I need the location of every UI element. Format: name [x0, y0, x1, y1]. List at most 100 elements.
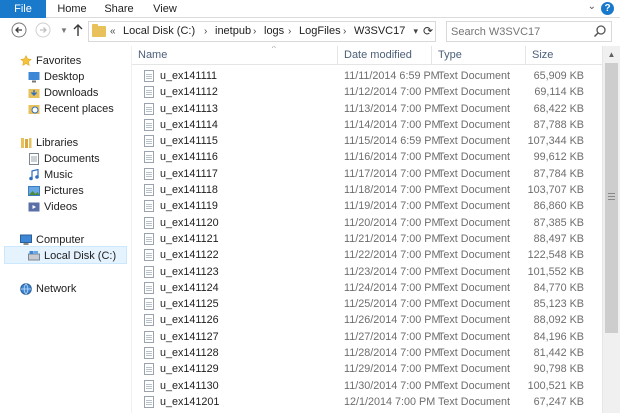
folder-icon [92, 24, 106, 37]
file-row[interactable]: u_ex141124 11/24/2014 7:00 PM Text Documen… [132, 280, 602, 296]
column-header-name[interactable]: Name [132, 46, 338, 65]
file-type: Text Document [438, 395, 511, 408]
file-type: Text Document [438, 347, 511, 360]
text-document-icon [144, 216, 154, 229]
file-row[interactable]: u_ex141118 11/18/2014 7:00 PM Text Documen… [132, 182, 602, 198]
file-row[interactable]: u_ex141116 11/16/2014 7:00 PM Text Documen… [132, 149, 602, 165]
file-type: Text Document [438, 298, 511, 311]
address-overflow[interactable]: « [110, 22, 116, 41]
chevron-right-icon[interactable]: › [204, 22, 207, 41]
file-row[interactable]: u_ex141115 11/15/2014 6:59 PM Text Documen… [132, 133, 602, 149]
file-date-modified: 11/18/2014 7:00 PM [344, 184, 441, 197]
file-name: u_ex141113 [160, 102, 218, 115]
file-row[interactable]: u_ex141130 11/30/2014 7:00 PM Text Documen… [132, 378, 602, 394]
file-row[interactable]: u_ex141120 11/20/2014 7:00 PM Text Documen… [132, 215, 602, 231]
nav-label: Favorites [36, 55, 82, 67]
file-row[interactable]: u_ex141111 11/11/2014 6:59 PM Text Documen… [132, 68, 602, 84]
tab-share[interactable]: Share [99, 0, 139, 18]
refresh-icon[interactable]: ⟳ [423, 22, 433, 41]
text-document-icon [144, 314, 154, 327]
file-row[interactable]: u_ex141122 11/22/2014 7:00 PM Text Documen… [132, 247, 602, 263]
column-header-size[interactable]: Size [526, 46, 602, 65]
help-button[interactable]: ? [601, 2, 614, 15]
file-row[interactable]: u_ex141128 11/28/2014 7:00 PM Text Documen… [132, 345, 602, 361]
file-row[interactable]: u_ex141119 11/19/2014 7:00 PM Text Documen… [132, 198, 602, 214]
up-button[interactable] [69, 22, 87, 40]
file-name: u_ex141130 [160, 379, 219, 392]
chevron-right-icon[interactable]: › [253, 22, 256, 41]
file-row[interactable]: u_ex141127 11/27/2014 7:00 PM Text Documen… [132, 329, 602, 345]
documents-icon [29, 153, 39, 165]
vertical-scrollbar[interactable]: ▲ [602, 46, 620, 413]
arrow-up-icon [73, 24, 83, 36]
file-type: Text Document [438, 86, 511, 99]
scroll-thumb[interactable] [605, 63, 618, 333]
file-date-modified: 11/25/2014 7:00 PM [344, 298, 441, 311]
nav-label: Network [36, 283, 77, 295]
file-name: u_ex141116 [160, 151, 218, 164]
file-date-modified: 11/13/2014 7:00 PM [344, 102, 441, 115]
address-bar[interactable]: « Local Disk (C:) › inetpub › logs › Log… [88, 21, 436, 42]
file-name: u_ex141123 [160, 265, 219, 278]
search-input[interactable] [447, 22, 587, 41]
file-row[interactable]: u_ex141117 11/17/2014 7:00 PM Text Documen… [132, 166, 602, 182]
text-document-icon [144, 249, 154, 262]
file-name: u_ex141127 [160, 330, 219, 343]
videos-icon [28, 202, 40, 212]
file-date-modified: 11/11/2014 6:59 PM [344, 70, 440, 82]
file-row[interactable]: u_ex141123 11/23/2014 7:00 PM Text Documen… [132, 264, 602, 280]
tab-file[interactable]: File [0, 0, 46, 18]
column-header-date-modified[interactable]: Date modified [338, 46, 432, 65]
file-name: u_ex141126 [160, 314, 219, 327]
file-type: Text Document [438, 184, 511, 197]
file-size: 84,196 KB [533, 330, 584, 343]
file-type: Text Document [438, 200, 511, 213]
tab-home[interactable]: Home [52, 0, 92, 18]
column-header-type[interactable]: Type [432, 46, 526, 65]
search-box[interactable] [446, 21, 612, 42]
file-type: Text Document [438, 265, 511, 278]
file-size: 122,548 KB [527, 249, 584, 262]
star-icon [20, 55, 32, 66]
breadcrumb-inetpub[interactable]: inetpub [215, 22, 251, 41]
arrow-right-icon [35, 22, 51, 38]
file-row[interactable]: u_ex141121 11/21/2014 7:00 PM Text Documen… [132, 231, 602, 247]
nav-label: Music [44, 169, 73, 181]
file-date-modified: 11/23/2014 7:00 PM [344, 265, 441, 278]
chevron-right-icon[interactable]: › [288, 22, 291, 41]
file-row[interactable]: u_ex141125 11/25/2014 7:00 PM Text Documen… [132, 296, 602, 312]
file-size: 88,497 KB [533, 232, 584, 245]
file-date-modified: 11/24/2014 7:00 PM [344, 281, 441, 294]
forward-button[interactable] [34, 22, 52, 40]
chevron-down-icon[interactable]: ⌄ [588, 1, 596, 12]
nav-label: Recent places [44, 103, 114, 115]
file-row[interactable]: u_ex141126 11/26/2014 7:00 PM Text Documen… [132, 312, 602, 328]
scroll-up-button[interactable]: ▲ [603, 46, 620, 63]
drive-icon [28, 251, 40, 261]
search-icon[interactable] [593, 24, 607, 38]
text-document-icon [144, 151, 154, 164]
breadcrumb-logfiles[interactable]: LogFiles [299, 22, 341, 41]
file-date-modified: 11/16/2014 7:00 PM [344, 151, 441, 164]
file-row[interactable]: u_ex141114 11/14/2014 7:00 PM Text Documen… [132, 117, 602, 133]
nav-label: Downloads [44, 87, 99, 99]
file-row[interactable]: u_ex141129 11/29/2014 7:00 PM Text Documen… [132, 361, 602, 377]
libraries-icon [21, 138, 32, 148]
file-row[interactable]: u_ex141113 11/13/2014 7:00 PM Text Documen… [132, 101, 602, 117]
chevron-down-icon[interactable]: ▾ [413, 22, 418, 41]
file-row[interactable]: u_ex141201 12/1/2014 7:00 PM Text Document… [132, 394, 602, 410]
breadcrumb-local-disk[interactable]: Local Disk (C:) [123, 22, 195, 41]
back-button[interactable] [10, 22, 28, 40]
breadcrumb-w3svc17[interactable]: W3SVC17 [354, 22, 405, 41]
chevron-right-icon[interactable]: › [343, 22, 346, 41]
text-document-icon [144, 347, 154, 360]
text-document-icon [144, 265, 154, 278]
file-size: 85,123 KB [533, 298, 584, 311]
nav-label: Libraries [36, 137, 79, 149]
file-size: 101,552 KB [527, 265, 584, 278]
tab-view[interactable]: View [145, 0, 185, 18]
breadcrumb-logs[interactable]: logs [264, 22, 284, 41]
file-row[interactable]: u_ex141112 11/12/2014 7:00 PM Text Documen… [132, 84, 602, 100]
nav-label: Local Disk (C:) [44, 250, 117, 262]
file-type: Text Document [438, 249, 511, 262]
